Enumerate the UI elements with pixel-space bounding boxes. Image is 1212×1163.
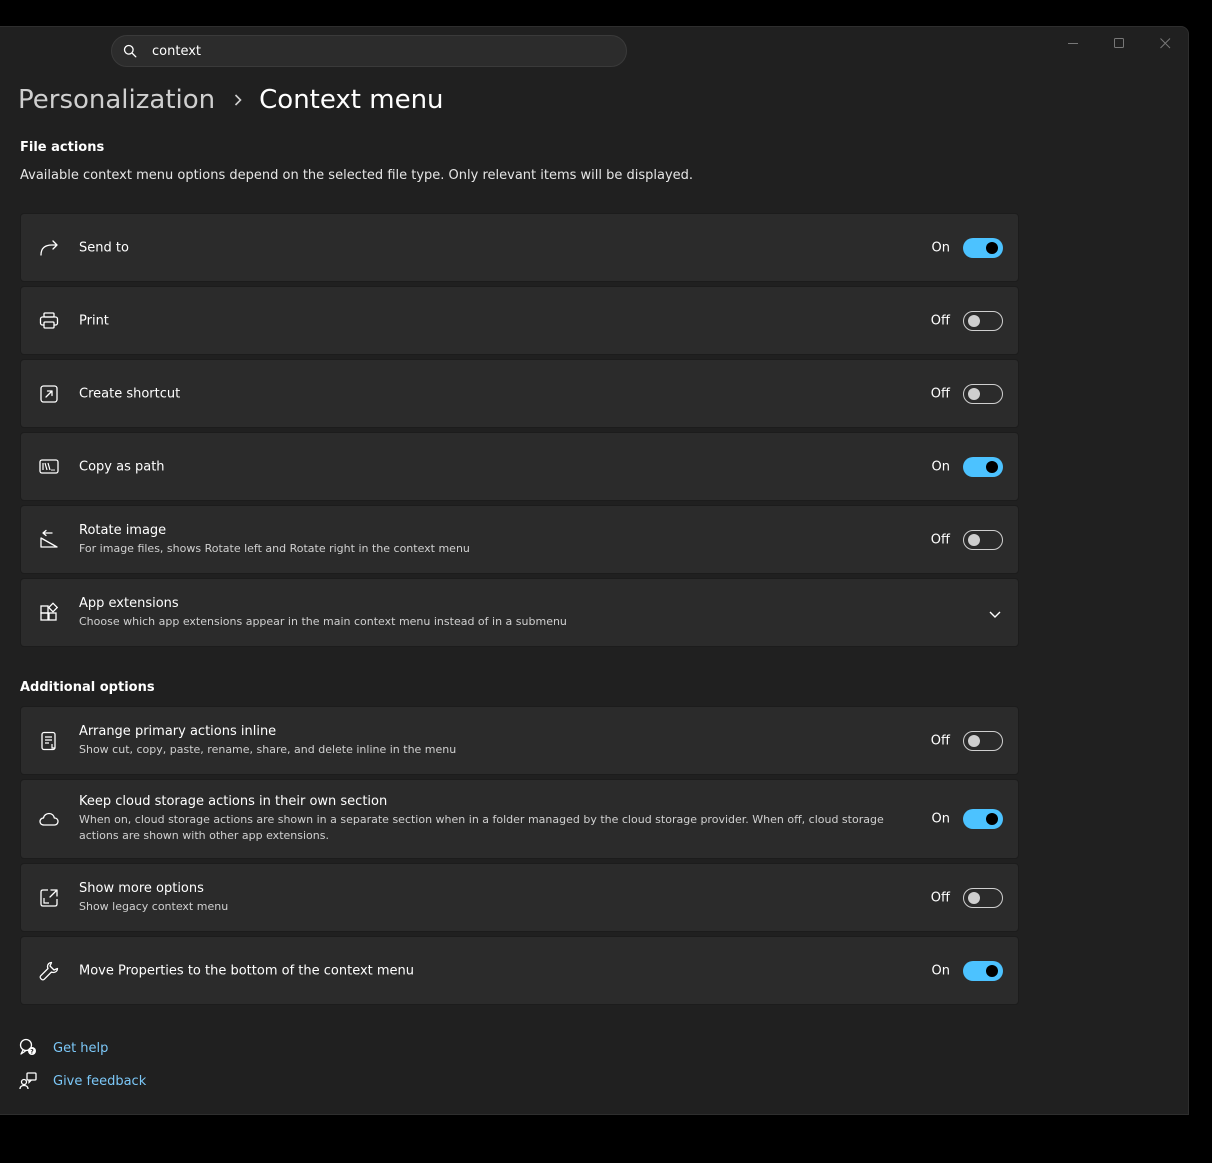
toggle-knob (986, 460, 998, 473)
cloud-storage-toggle[interactable] (963, 809, 1003, 829)
toggle-knob (986, 813, 998, 825)
toggle-knob (986, 241, 998, 254)
breadcrumb: Personalization Context menu (18, 85, 444, 115)
setting-move-properties: Move Properties to the bottom of the con… (20, 936, 1019, 1005)
toggle-knob (968, 891, 980, 904)
move-properties-toggle[interactable] (963, 960, 1003, 981)
setting-show-more-options: Show more options Show legacy context me… (20, 863, 1019, 932)
setting-title: Arrange primary actions inline (79, 723, 277, 739)
get-help-link[interactable]: Get help (53, 1041, 108, 1056)
setting-title: App extensions (79, 595, 179, 611)
setting-subtitle: Show cut, copy, paste, rename, share, an… (79, 742, 457, 756)
toggle-state-label: Off (930, 733, 950, 748)
app-extensions-icon (38, 601, 60, 624)
minimize-button[interactable] (1050, 27, 1096, 59)
svg-text:?: ? (30, 1049, 34, 1056)
give-feedback-link[interactable]: Give feedback (53, 1074, 146, 1089)
toggle-knob (968, 314, 980, 327)
wrench-icon (38, 960, 60, 982)
toggle-knob (986, 964, 998, 977)
settings-window: Personalization Context menu File action… (0, 26, 1189, 1115)
maximize-icon (1113, 37, 1124, 48)
file-actions-description: Available context menu options depend on… (20, 168, 694, 183)
setting-subtitle: For image files, shows Rotate left and R… (79, 541, 470, 555)
search-input[interactable] (152, 43, 592, 59)
window-controls (1050, 27, 1188, 59)
feedback-icon (18, 1071, 38, 1091)
toggle-state-label: Off (930, 313, 950, 328)
setting-title: Send to (79, 240, 129, 255)
toggle-knob (968, 734, 980, 747)
toggle-knob (968, 533, 980, 546)
setting-title: Show more options (79, 880, 204, 896)
print-toggle[interactable] (963, 310, 1003, 331)
toggle-state-label: On (931, 963, 950, 978)
toggle-state-label: Off (930, 532, 950, 547)
close-button[interactable] (1142, 27, 1188, 59)
file-actions-heading: File actions (20, 140, 105, 155)
setting-title: Copy as path (79, 459, 165, 474)
copy-as-path-toggle[interactable] (963, 456, 1003, 477)
setting-title: Move Properties to the bottom of the con… (79, 963, 415, 978)
toggle-state-label: On (931, 811, 950, 827)
setting-title: Print (79, 313, 109, 328)
setting-subtitle: When on, cloud storage actions are shown… (79, 813, 884, 842)
setting-print: Print Off (20, 286, 1019, 355)
chevron-right-icon (233, 93, 243, 107)
setting-title: Create shortcut (79, 386, 181, 401)
show-more-options-toggle[interactable] (963, 887, 1003, 908)
setting-cloud-storage-section: Keep cloud storage actions in their own … (20, 779, 1019, 859)
shortcut-icon (38, 383, 60, 405)
printer-icon (38, 310, 60, 332)
toggle-knob (968, 387, 980, 400)
rotate-image-toggle[interactable] (963, 529, 1003, 550)
open-in-window-icon (38, 887, 60, 909)
setting-subtitle: Show legacy context menu (79, 899, 229, 913)
share-arrow-icon (38, 237, 60, 259)
copy-path-icon (38, 456, 60, 478)
cloud-icon (38, 808, 60, 830)
additional-options-heading: Additional options (20, 680, 155, 695)
help-chat-icon: ? (18, 1038, 38, 1058)
breadcrumb-parent[interactable]: Personalization (18, 85, 215, 115)
close-icon (1159, 37, 1170, 48)
setting-rotate-image: Rotate image For image files, shows Rota… (20, 505, 1019, 574)
chevron-down-icon[interactable] (988, 606, 1002, 620)
maximize-button[interactable] (1096, 27, 1142, 59)
get-help-row: ? Get help (18, 1038, 108, 1058)
search-icon (123, 43, 139, 59)
rotate-image-icon (38, 529, 60, 551)
setting-create-shortcut: Create shortcut Off (20, 359, 1019, 428)
page-title: Context menu (259, 85, 444, 115)
toggle-state-label: On (931, 240, 950, 255)
arrange-inline-toggle[interactable] (963, 730, 1003, 751)
setting-title: Rotate image (79, 522, 167, 538)
setting-subtitle: Choose which app extensions appear in th… (79, 614, 567, 628)
create-shortcut-toggle[interactable] (963, 383, 1003, 404)
toggle-state-label: Off (930, 890, 950, 905)
minimize-icon (1067, 42, 1078, 44)
toggle-state-label: Off (930, 386, 950, 401)
give-feedback-row: Give feedback (18, 1071, 146, 1091)
setting-app-extensions[interactable]: App extensions Choose which app extensio… (20, 578, 1019, 647)
setting-copy-as-path: Copy as path On (20, 432, 1019, 501)
document-inline-icon (38, 730, 60, 752)
setting-title: Keep cloud storage actions in their own … (79, 794, 388, 809)
setting-send-to: Send to On (20, 213, 1019, 282)
toggle-state-label: On (931, 459, 950, 474)
send-to-toggle[interactable] (963, 237, 1003, 258)
search-box[interactable] (111, 35, 627, 67)
setting-arrange-inline: Arrange primary actions inline Show cut,… (20, 706, 1019, 775)
